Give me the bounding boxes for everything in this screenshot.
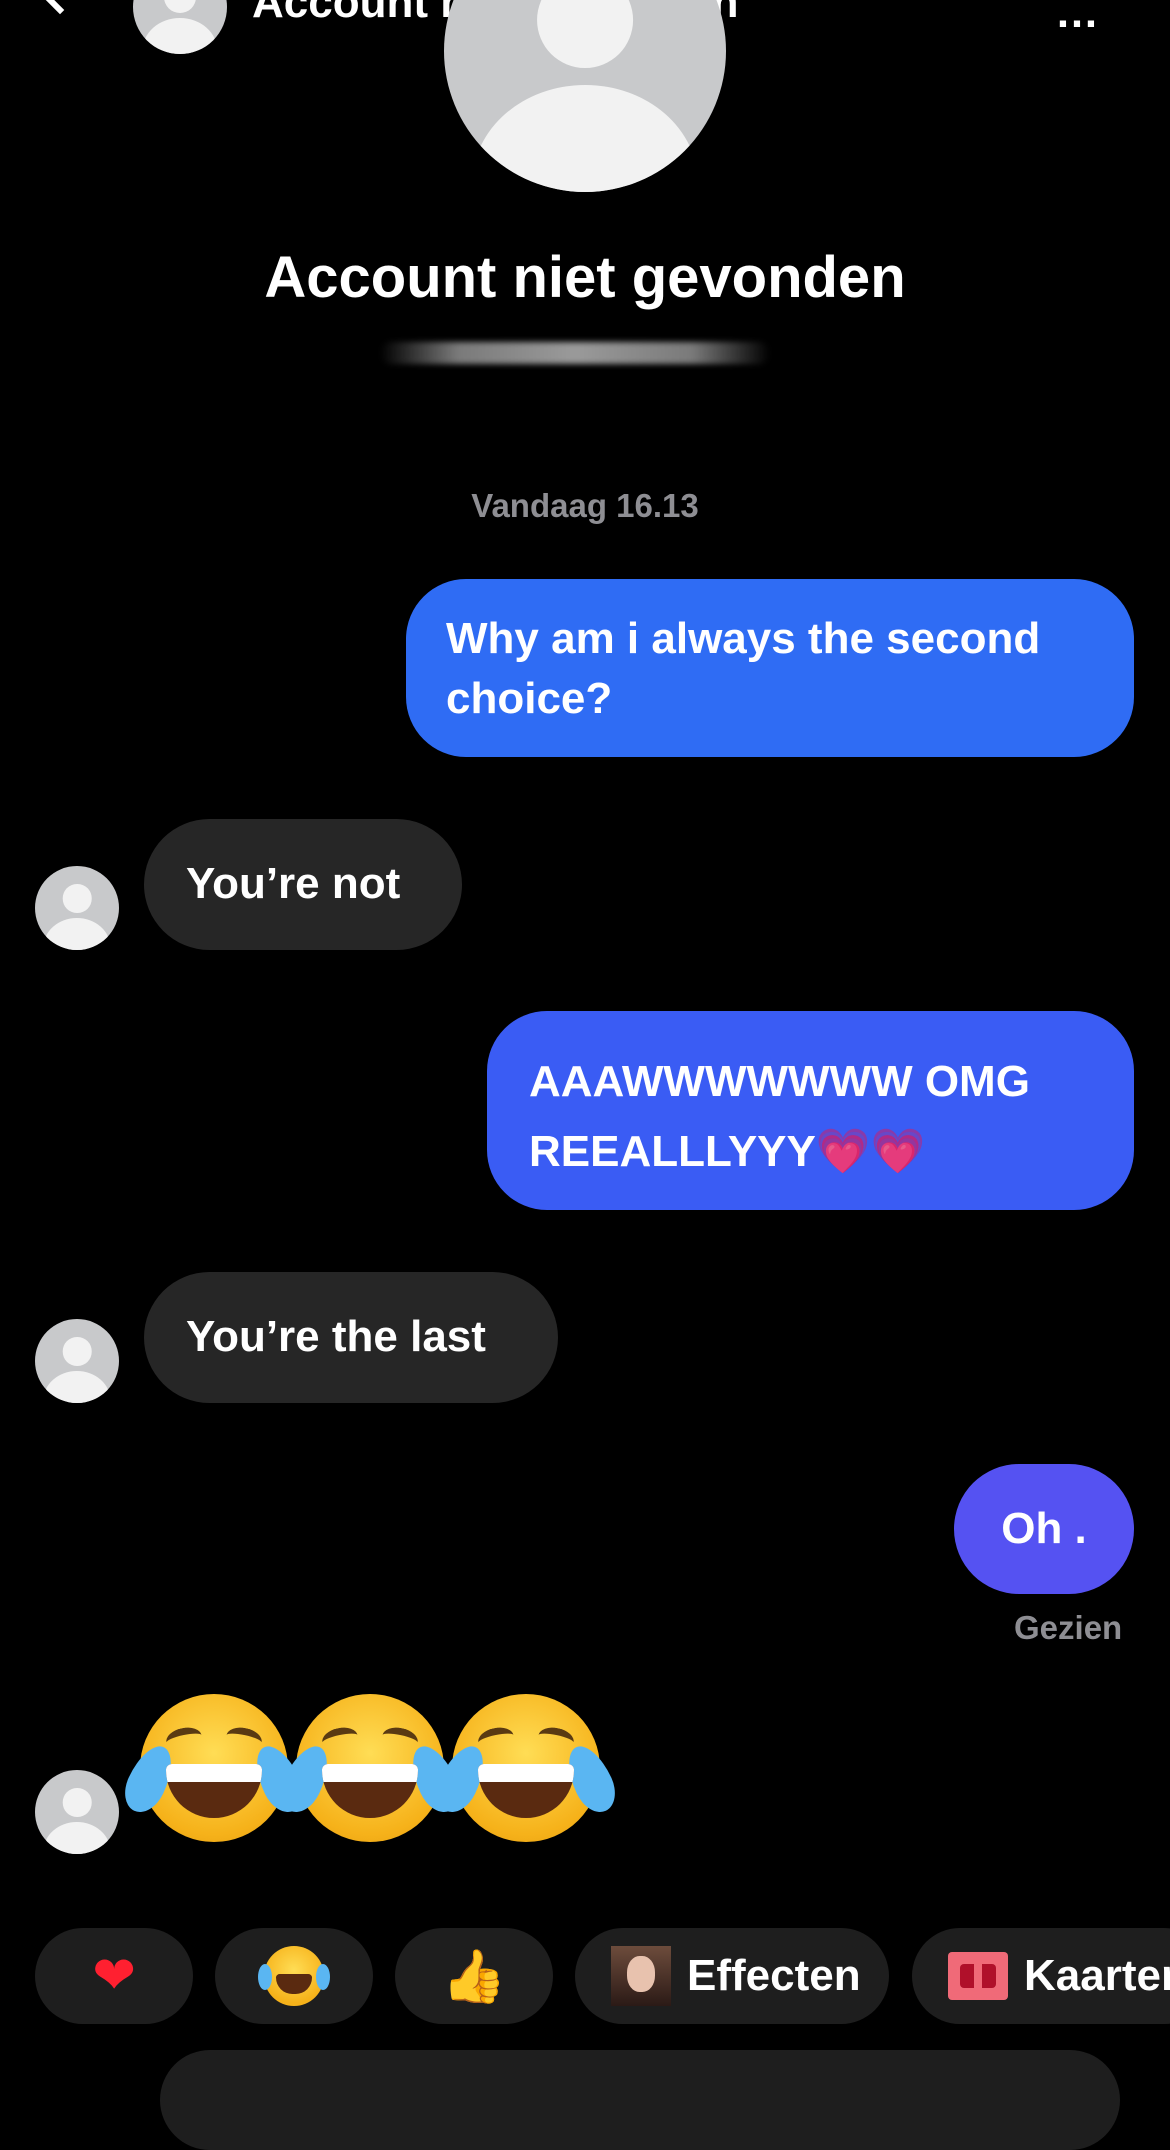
react-thumbs-up-button[interactable]: 👍	[395, 1928, 553, 2024]
message-input[interactable]	[160, 2050, 1120, 2150]
sender-avatar[interactable]	[35, 1319, 119, 1403]
react-heart-button[interactable]: ❤	[35, 1928, 193, 2024]
sender-avatar[interactable]	[35, 866, 119, 950]
laughing-emoji-icon	[428, 1694, 624, 1842]
laughing-emoji-icon	[116, 1694, 312, 1842]
outgoing-message[interactable]: Why am i always the second choice?	[406, 579, 1134, 757]
blurred-username	[380, 342, 770, 364]
laughing-emoji-icon	[258, 1946, 330, 2006]
outgoing-message[interactable]: Oh .	[954, 1464, 1134, 1594]
thumbs-up-icon: 👍	[441, 1947, 507, 2006]
effects-button[interactable]: Effecten	[575, 1928, 889, 2024]
gift-card-icon	[948, 1952, 1008, 2000]
cards-button[interactable]: Kaarten	[912, 1928, 1170, 2024]
incoming-message[interactable]: You’re the last	[144, 1272, 558, 1403]
cards-label: Kaarten	[1024, 1951, 1170, 2000]
incoming-message[interactable]: You’re not	[144, 819, 462, 950]
laughing-emoji-icon	[272, 1694, 468, 1842]
more-options-icon[interactable]: …	[1055, 0, 1103, 38]
effects-thumbnail	[611, 1946, 671, 2006]
profile-name: Account niet gevonden	[264, 245, 906, 310]
conversation-timestamp: Vandaag 16.13	[471, 487, 699, 524]
header-avatar[interactable]	[133, 0, 227, 54]
profile-avatar	[444, 0, 726, 192]
effects-label: Effecten	[687, 1951, 861, 2000]
seen-status: Gezien	[1014, 1609, 1123, 1646]
react-laugh-button[interactable]	[215, 1928, 373, 2024]
outgoing-message[interactable]: AAAWWWWWWW OMG REEALLLYYY💗💗	[487, 1011, 1134, 1210]
back-arrow-icon[interactable]	[38, 0, 82, 15]
heart-icon: ❤	[92, 1947, 136, 2005]
sender-avatar[interactable]	[35, 1770, 119, 1854]
